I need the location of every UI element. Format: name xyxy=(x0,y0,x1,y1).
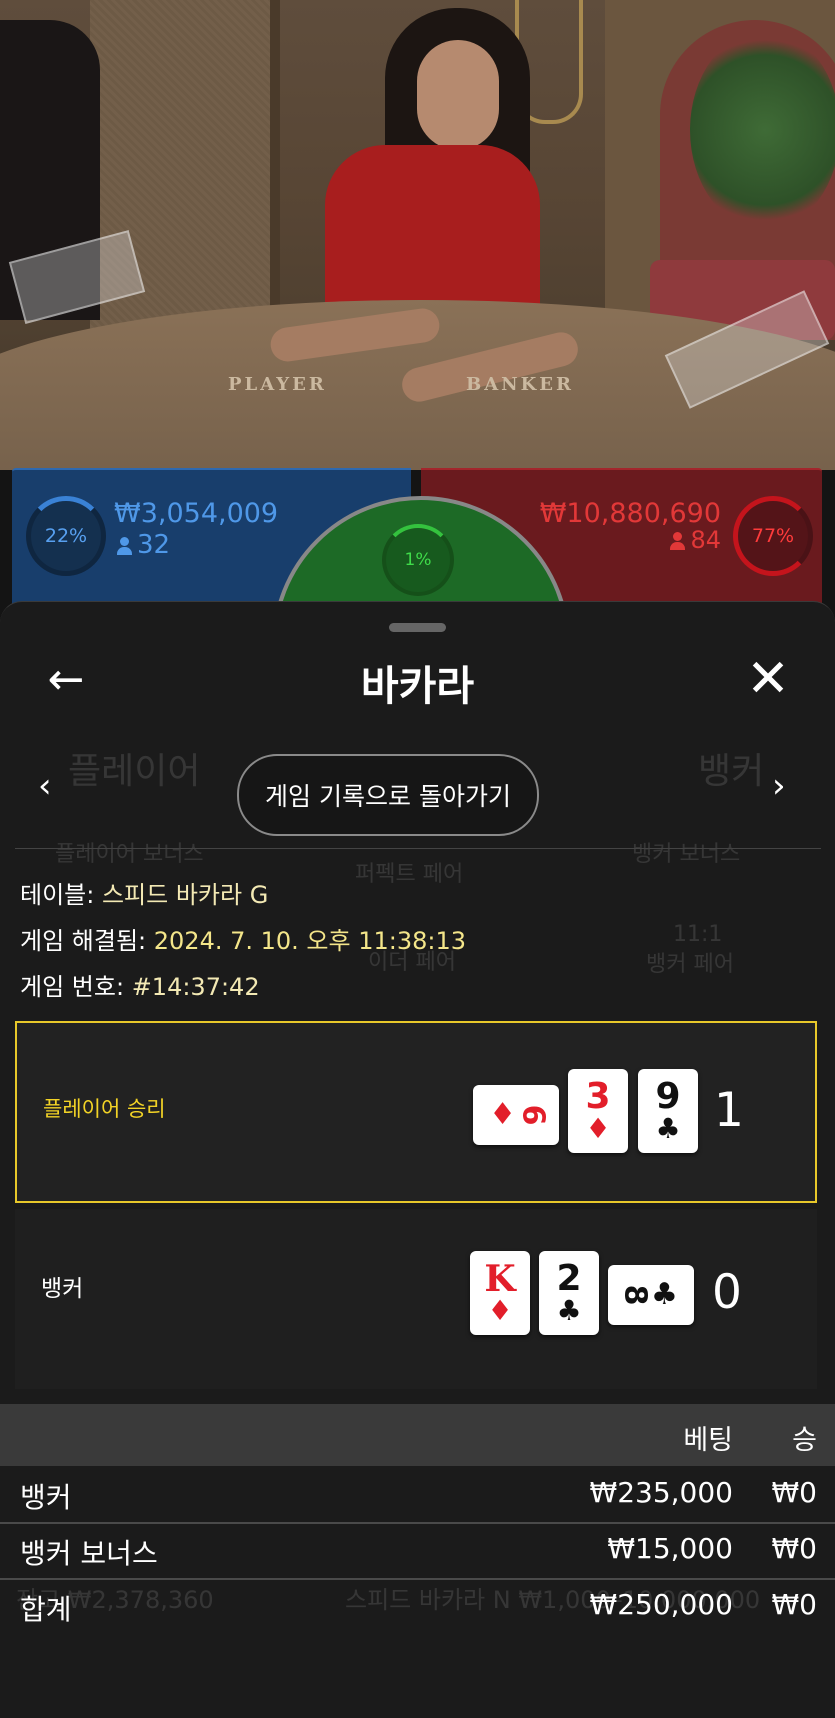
table-info: 테이블: 스피드 바카라 G xyxy=(20,881,269,909)
banker-result-row: 뱅커 K ♦ 2 ♣ 8 ♣ 0 xyxy=(15,1209,817,1389)
resolved-info: 게임 해결됨: 2024. 7. 10. 오후 11:38:13 xyxy=(20,927,467,955)
playing-card: 9 ♣ xyxy=(638,1069,698,1153)
sheet-title: 바카라 xyxy=(360,662,475,710)
bet-row: 뱅커 보너스 ₩15,000 ₩0 xyxy=(0,1522,835,1580)
banker-score: 0 xyxy=(712,1265,742,1320)
playing-card: 3 ♦ xyxy=(568,1069,628,1153)
dealer-face xyxy=(417,40,499,150)
live-video-stream: PLAYER BANKER xyxy=(0,0,835,470)
return-to-history-button[interactable]: 게임 기록으로 돌아가기 xyxy=(237,754,539,836)
player-result-label: 플레이어 승리 xyxy=(43,1097,166,1121)
ghost-player-bonus: 플레이어 보너스 xyxy=(55,842,204,867)
next-arrow-icon[interactable]: › xyxy=(772,766,786,806)
ghost-banker-pair: 뱅커 페어 xyxy=(646,952,734,977)
banker-bettor-count: 84 xyxy=(670,526,721,554)
playing-card: 8 ♣ xyxy=(608,1265,694,1325)
header-win: 승 xyxy=(792,1425,817,1456)
game-number-info: 게임 번호: #14:37:42 xyxy=(20,973,260,1001)
playing-card: ♦ 6 xyxy=(473,1085,559,1145)
ghost-perfect-pair: 퍼펙트 페어 xyxy=(355,862,464,887)
bet-total-row: 합계 ₩250,000 ₩0 xyxy=(20,1588,817,1626)
header-bet: 베팅 xyxy=(683,1425,733,1456)
banker-result-label: 뱅커 xyxy=(41,1276,84,1302)
bets-table-header: 베팅 승 xyxy=(0,1404,835,1466)
banker-percent-ring: 77% xyxy=(733,496,813,576)
player-total-amount: ₩3,054,009 xyxy=(114,498,279,529)
ghost-banker-label: 뱅커 xyxy=(698,751,765,792)
person-icon xyxy=(670,532,686,550)
prev-arrow-icon[interactable]: ‹ xyxy=(38,766,52,806)
table-label-banker: BANKER xyxy=(466,374,574,395)
bet-row: 뱅커 ₩235,000 ₩0 xyxy=(0,1466,835,1524)
player-percent-ring: 22% xyxy=(26,496,106,576)
playing-card: K ♦ xyxy=(470,1251,530,1335)
close-button[interactable]: ✕ xyxy=(738,649,798,709)
tie-percent-ring: 1% xyxy=(382,524,454,596)
person-icon xyxy=(117,537,132,555)
sheet-drag-handle[interactable] xyxy=(389,623,446,632)
player-score: 1 xyxy=(714,1083,744,1138)
ghost-player-label: 플레이어 xyxy=(68,751,201,792)
player-result-row: 플레이어 승리 ♦ 6 3 ♦ 9 ♣ 1 xyxy=(15,1021,817,1203)
ghost-banker-bonus: 뱅커 보너스 xyxy=(632,842,741,867)
player-bettor-count: 32 xyxy=(117,530,170,560)
plant xyxy=(690,30,835,230)
divider xyxy=(15,848,821,849)
ghost-banker-pair-odds: 11:1 xyxy=(673,922,723,947)
close-icon: ✕ xyxy=(746,649,790,709)
banker-total-amount: ₩10,880,690 xyxy=(539,498,721,529)
table-label-player: PLAYER xyxy=(228,374,327,395)
playing-card: 2 ♣ xyxy=(539,1251,599,1335)
